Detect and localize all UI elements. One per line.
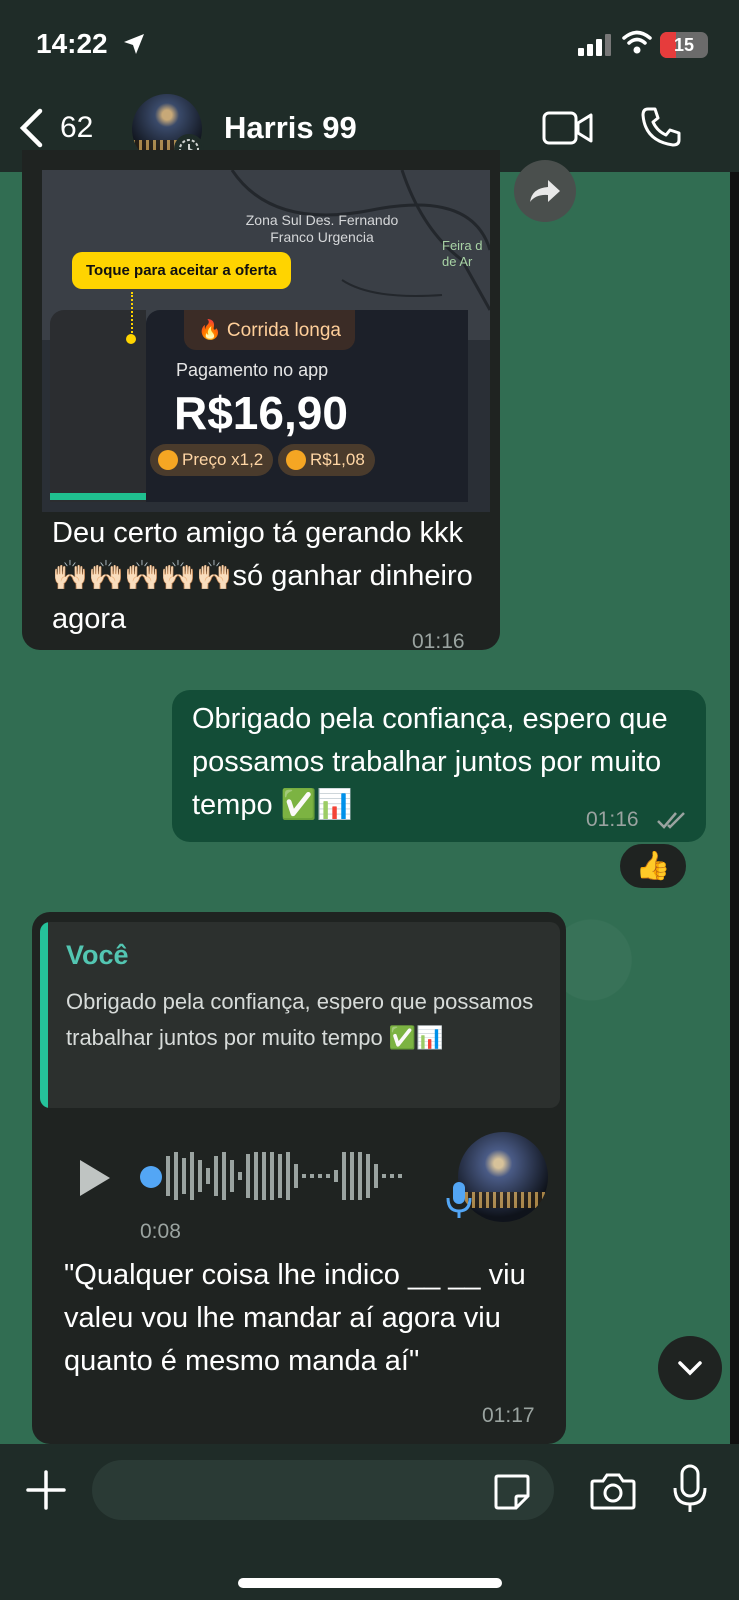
ride-price: R$16,90 — [174, 387, 348, 439]
playback-scrubber[interactable] — [140, 1166, 162, 1188]
double-check-icon — [657, 812, 685, 829]
price-multiplier-chip: Preço x1,2 — [150, 444, 274, 476]
wifi-icon — [622, 30, 652, 54]
price-multiplier-label: Preço x1,2 — [182, 450, 264, 469]
incoming-caption: Deu certo amigo tá gerando kkk🙌🏻🙌🏻🙌🏻🙌🏻🙌🏻… — [52, 517, 473, 635]
signal-icon — [578, 34, 611, 56]
home-indicator — [238, 1578, 502, 1588]
incoming-time: 01:16 — [412, 630, 465, 653]
phone-call-icon[interactable] — [640, 106, 682, 148]
arrow-up-icon — [286, 450, 306, 470]
reply-time: 01:17 — [482, 1404, 535, 1427]
battery-percent: 15 — [673, 35, 695, 55]
chevron-down-icon — [678, 1361, 702, 1376]
quote-author: Você — [66, 940, 129, 970]
map-label: Zona Sul Des. Fernando Franco Urgencia — [245, 212, 399, 245]
scroll-to-bottom-button[interactable] — [658, 1336, 722, 1400]
composer-bar — [0, 1444, 739, 1600]
quote-accent-bar — [40, 922, 48, 1108]
reaction-badge[interactable]: 👍 — [618, 842, 688, 890]
camera-icon[interactable] — [590, 1472, 636, 1510]
outgoing-time: 01:16 — [586, 808, 639, 831]
voice-mic-icon — [446, 1182, 472, 1218]
status-time: 14:22 — [36, 28, 108, 59]
accept-offer-tooltip: Toque para aceitar a oferta — [72, 252, 291, 289]
forward-arrow-icon — [530, 180, 560, 202]
tooltip-dot — [126, 334, 136, 344]
tooltip-pointer — [131, 292, 133, 337]
message-input[interactable] — [92, 1460, 554, 1520]
back-chevron-icon[interactable] — [18, 108, 44, 148]
offer-timer-bar — [50, 493, 146, 500]
contact-name[interactable]: Harris 99 — [224, 110, 357, 146]
quote-text: Obrigado pela confiança, espero que poss… — [66, 989, 534, 1050]
voice-transcript: "Qualquer coisa lhe indico __ __ viu val… — [64, 1259, 526, 1377]
play-icon[interactable] — [76, 1158, 112, 1198]
scrollbar-edge — [730, 172, 739, 1444]
microphone-icon[interactable] — [672, 1464, 708, 1514]
plus-icon[interactable] — [26, 1470, 66, 1510]
map-place: Feira d de Ar — [442, 238, 483, 269]
payment-label: Pagamento no app — [176, 360, 329, 380]
video-call-icon[interactable] — [542, 110, 594, 146]
voice-duration: 0:08 — [140, 1220, 181, 1243]
voice-waveform — [166, 1152, 402, 1200]
quoted-message[interactable]: Você Obrigado pela confiança, espero que… — [40, 922, 560, 1108]
bolt-icon — [158, 450, 178, 470]
forward-button[interactable] — [514, 160, 576, 222]
unread-count[interactable]: 62 — [60, 111, 93, 145]
top-bar: 14:22 15 62 Harris 99 — [0, 0, 739, 172]
bonus-chip: R$1,08 — [278, 444, 375, 476]
long-ride-chip: 🔥 Corrida longa — [184, 310, 356, 350]
bonus-label: R$1,08 — [310, 450, 365, 469]
ride-offer-screenshot[interactable]: Zona Sul Des. Fernando Franco Urgencia F… — [42, 170, 490, 512]
battery-indicator: 15 — [660, 32, 708, 58]
sticker-icon[interactable] — [492, 1472, 532, 1512]
location-arrow-icon — [124, 34, 144, 54]
